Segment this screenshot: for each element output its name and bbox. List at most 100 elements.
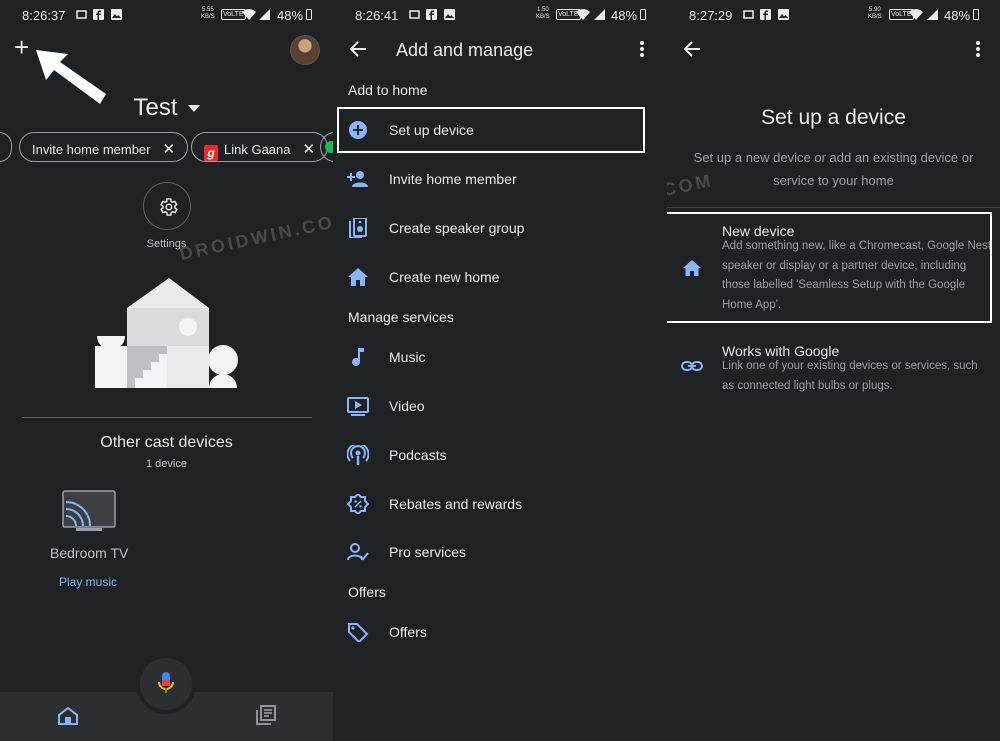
notification-icon bbox=[743, 10, 754, 19]
gallery-icon bbox=[111, 9, 122, 20]
menu-invite-member[interactable]: Invite home member bbox=[333, 159, 667, 199]
menu-video[interactable]: Video bbox=[333, 386, 667, 426]
spotify-icon bbox=[325, 141, 333, 153]
menu-speaker-group[interactable]: Create speaker group bbox=[333, 208, 667, 248]
network-speed: 5.55 KB/S bbox=[201, 7, 215, 20]
option-works-with-google[interactable]: Works with Google Link one of your exist… bbox=[667, 336, 1000, 396]
home-selector[interactable]: Test bbox=[0, 94, 333, 122]
pro-services-icon bbox=[347, 543, 369, 561]
page-subtitle: Set up a new device or add an existing d… bbox=[693, 150, 974, 188]
status-time: 8:26:37 bbox=[22, 8, 66, 23]
link-icon bbox=[681, 361, 703, 371]
facebook-icon bbox=[760, 9, 771, 20]
facebook-icon bbox=[426, 9, 437, 20]
chip-label: Link Gaana bbox=[224, 142, 291, 157]
menu-label: Pro services bbox=[389, 544, 467, 560]
add-manage-screen: 8:26:41 1.50 KB/S VoLTE 48% Add and manag… bbox=[333, 0, 667, 741]
battery-icon bbox=[973, 9, 979, 20]
signal-icon bbox=[259, 9, 270, 20]
device-count: 1 device bbox=[146, 458, 187, 470]
signal-icon bbox=[594, 9, 605, 20]
status-bar: 8:27:29 5.90 KB/S VoLTE 48% bbox=[667, 0, 1000, 30]
network-speed: 5.90 KB/S bbox=[868, 7, 882, 20]
divider bbox=[667, 207, 1000, 208]
close-icon[interactable]: ✕ bbox=[303, 141, 316, 158]
tag-icon bbox=[348, 623, 369, 642]
chip-partial[interactable] bbox=[0, 132, 12, 162]
section-offers: Offers bbox=[348, 584, 386, 600]
status-bar: 8:26:37 5.55 KB/S VoLTE 48% bbox=[0, 0, 333, 30]
menu-label: Music bbox=[389, 349, 426, 365]
person-add-icon bbox=[347, 171, 368, 187]
chip-link-gaana[interactable]: g Link Gaana ✕ bbox=[191, 132, 329, 162]
cast-tv-icon[interactable] bbox=[62, 490, 116, 532]
menu-label: Create new home bbox=[389, 269, 500, 285]
menu-podcasts[interactable]: Podcasts bbox=[333, 435, 667, 475]
facebook-icon bbox=[93, 9, 104, 20]
rebates-icon bbox=[347, 494, 369, 514]
more-vert-icon[interactable] bbox=[975, 40, 981, 58]
battery-icon bbox=[306, 9, 312, 20]
menu-pro-services[interactable]: Pro services bbox=[333, 532, 667, 572]
wifi-icon bbox=[576, 9, 590, 20]
chip-label: Invite home member bbox=[32, 142, 151, 157]
menu-label: Offers bbox=[389, 624, 427, 640]
back-arrow-icon[interactable] bbox=[349, 40, 367, 58]
wifi-icon bbox=[242, 9, 256, 20]
dropdown-icon bbox=[187, 105, 200, 113]
page-title: Add and manage bbox=[396, 40, 534, 60]
wifi-icon bbox=[909, 9, 923, 20]
battery-percent: 48% bbox=[611, 8, 638, 23]
menu-label: Invite home member bbox=[389, 171, 517, 187]
back-arrow-icon[interactable] bbox=[683, 40, 701, 58]
page-title: Set up a device bbox=[761, 106, 906, 129]
gaana-logo-icon: g bbox=[204, 145, 218, 161]
menu-offers[interactable]: Offers bbox=[333, 612, 667, 652]
podcast-icon bbox=[347, 445, 369, 465]
music-note-icon bbox=[352, 348, 364, 366]
battery-percent: 48% bbox=[277, 8, 304, 23]
battery-percent: 48% bbox=[944, 8, 971, 23]
notification-icon bbox=[409, 10, 420, 19]
menu-label: Podcasts bbox=[389, 447, 447, 463]
settings-button[interactable] bbox=[143, 182, 191, 230]
chip-invite-member[interactable]: Invite home member ✕ bbox=[19, 132, 189, 162]
home-icon bbox=[348, 268, 368, 286]
option-description: Link one of your existing devices or ser… bbox=[722, 360, 978, 392]
home-screen: 8:26:37 5.55 KB/S VoLTE 48% + Test Invite… bbox=[0, 0, 333, 741]
highlight-box bbox=[337, 107, 645, 153]
network-speed: 1.50 KB/S bbox=[536, 7, 550, 20]
more-vert-icon[interactable] bbox=[639, 40, 645, 58]
menu-rebates[interactable]: Rebates and rewards bbox=[333, 484, 667, 524]
section-add-to-home: Add to home bbox=[348, 82, 428, 98]
other-devices-title: Other cast devices bbox=[100, 434, 233, 451]
mic-button[interactable] bbox=[140, 658, 192, 710]
menu-label: Video bbox=[389, 398, 425, 414]
device-name[interactable]: Bedroom TV bbox=[50, 545, 128, 561]
notification-icon bbox=[76, 10, 87, 19]
menu-music[interactable]: Music bbox=[333, 337, 667, 377]
status-bar: 8:26:41 1.50 KB/S VoLTE 48% bbox=[333, 0, 667, 30]
plus-icon[interactable]: + bbox=[14, 34, 29, 60]
home-icon[interactable] bbox=[58, 707, 78, 725]
gallery-icon bbox=[778, 9, 789, 20]
feed-icon[interactable] bbox=[256, 705, 276, 725]
status-time: 8:27:29 bbox=[689, 8, 733, 23]
signal-icon bbox=[927, 9, 938, 20]
video-icon bbox=[347, 397, 369, 416]
mic-icon bbox=[158, 672, 174, 693]
section-manage-services: Manage services bbox=[348, 309, 454, 325]
divider bbox=[22, 417, 312, 418]
gallery-icon bbox=[444, 9, 455, 20]
setup-device-screen: 8:27:29 5.90 KB/S VoLTE 48% Set up a devi… bbox=[667, 0, 1000, 741]
menu-create-home[interactable]: Create new home bbox=[333, 257, 667, 297]
highlight-box bbox=[667, 212, 992, 323]
menu-label: Create speaker group bbox=[389, 220, 525, 236]
speaker-icon bbox=[349, 218, 367, 238]
menu-label: Rebates and rewards bbox=[389, 496, 523, 512]
gear-icon bbox=[160, 198, 178, 216]
play-music-link[interactable]: Play music bbox=[59, 575, 117, 589]
status-time: 8:26:41 bbox=[355, 8, 399, 23]
close-icon[interactable]: ✕ bbox=[163, 141, 176, 158]
avatar[interactable] bbox=[290, 35, 320, 65]
